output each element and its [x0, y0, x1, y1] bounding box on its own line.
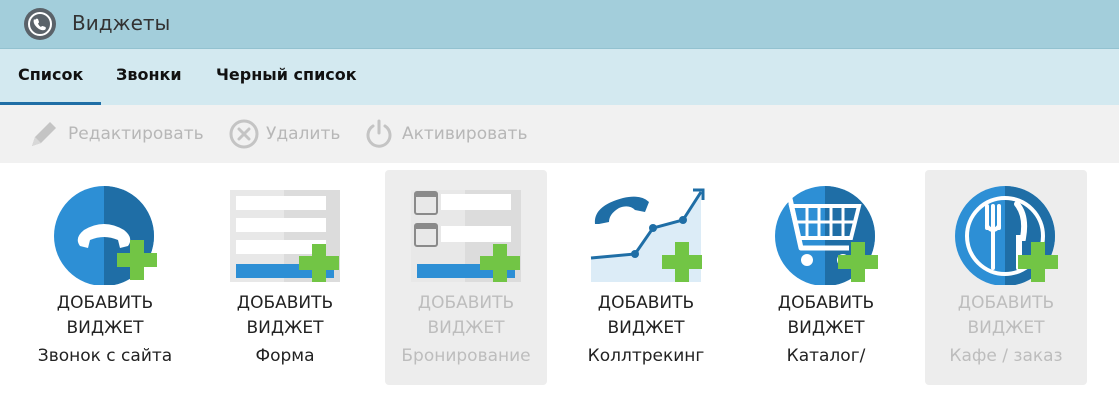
widget-tile-booking[interactable]: ДОБАВИТЬ ВИДЖЕТ Бронирование — [385, 170, 547, 385]
toolbar: Редактировать Удалить Активировать — [0, 105, 1119, 163]
widget-name: Коллтрекинг — [587, 346, 705, 366]
widget-add-label: ВИДЖЕТ — [66, 318, 144, 338]
activate-button[interactable]: Активировать — [362, 118, 527, 150]
edit-button[interactable]: Редактировать — [28, 118, 204, 150]
widget-name: Кафе / заказ — [949, 346, 1063, 366]
widget-add-label: ДОБАВИТЬ — [236, 293, 334, 313]
window-title: Виджеты — [72, 11, 171, 35]
cafe-plate-icon — [955, 186, 1058, 285]
widget-add-label: ВИДЖЕТ — [607, 318, 685, 338]
phone-callback-icon — [54, 186, 157, 285]
pencil-icon — [32, 122, 56, 146]
tab-blacklist[interactable]: Черный список — [216, 65, 357, 84]
widget-add-label: ДОБАВИТЬ — [417, 293, 515, 313]
tab-list[interactable]: Список — [18, 65, 83, 84]
form-icon — [230, 190, 340, 282]
power-icon — [366, 119, 392, 148]
widget-add-label: ВИДЖЕТ — [787, 318, 865, 338]
tab-bar: Список Звонки Черный список — [0, 49, 1119, 105]
delete-button[interactable]: Удалить — [228, 118, 340, 150]
widget-tile-catalog[interactable]: ДОБАВИТЬ ВИДЖЕТ Каталог/ — [745, 170, 907, 385]
widget-add-label: ДОБАВИТЬ — [777, 293, 875, 313]
delete-button-label: Удалить — [266, 124, 341, 144]
shopping-cart-icon — [775, 186, 878, 285]
widget-add-label: ВИДЖЕТ — [246, 318, 324, 338]
widget-add-label: ДОБАВИТЬ — [56, 293, 154, 313]
widget-name: Звонок с сайта — [37, 346, 173, 366]
edit-button-label: Редактировать — [68, 124, 204, 144]
phone-icon — [24, 8, 56, 40]
booking-icon — [411, 190, 521, 282]
activate-button-label: Активировать — [402, 124, 528, 144]
widget-tile-cafe[interactable]: ДОБАВИТЬ ВИДЖЕТ Кафе / заказ — [925, 170, 1087, 385]
widget-add-label: ДОБАВИТЬ — [957, 293, 1055, 313]
widget-add-label: ДОБАВИТЬ — [597, 293, 695, 313]
close-circle-icon — [229, 119, 259, 149]
widget-add-label: ВИДЖЕТ — [427, 318, 505, 338]
widget-name: Форма — [255, 346, 315, 366]
widget-add-label: ВИДЖЕТ — [967, 318, 1045, 338]
title-bar: Виджеты — [0, 0, 1119, 49]
widget-tile-callback[interactable]: ДОБАВИТЬ ВИДЖЕТ Звонок с сайта — [24, 170, 186, 385]
widget-tile-form[interactable]: ДОБАВИТЬ ВИДЖЕТ Форма — [204, 170, 366, 385]
widget-name: Бронирование — [401, 346, 531, 366]
tab-calls[interactable]: Звонки — [116, 65, 182, 84]
widget-name: Каталог/ — [786, 346, 866, 366]
widget-tile-calltracking[interactable]: ДОБАВИТЬ ВИДЖЕТ Коллтрекинг — [565, 170, 727, 385]
calltracking-icon — [590, 188, 705, 282]
